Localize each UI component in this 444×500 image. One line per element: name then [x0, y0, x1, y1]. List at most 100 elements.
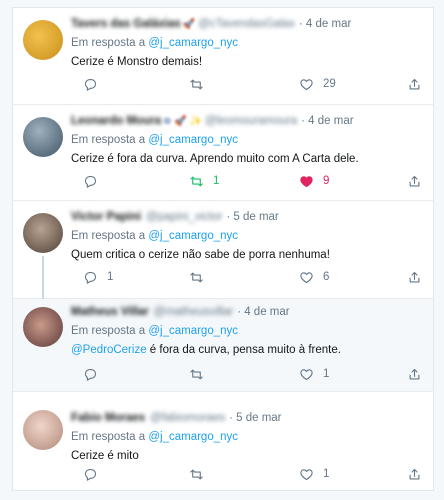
tweet-text-body: é fora da curva, pensa muito à frente.	[146, 344, 341, 356]
retweet-button[interactable]	[189, 269, 213, 285]
author-name[interactable]: Tavers das Galáxias	[71, 17, 181, 32]
like-count: 1	[323, 468, 330, 480]
like-button[interactable]: 29	[299, 76, 336, 92]
heart-icon	[300, 468, 313, 480]
author-handle[interactable]: @leomouramoura	[205, 114, 297, 129]
reply-prefix: Em resposta a	[71, 431, 149, 443]
avatar[interactable]	[23, 213, 63, 253]
like-button[interactable]: 1	[299, 466, 329, 482]
tweet-header: Matheus Villar @matheusvillar · 4 de mar	[71, 305, 423, 320]
reply-icon	[84, 175, 97, 188]
reply-button[interactable]	[83, 366, 107, 382]
reply-context: Em resposta a @j_camargo_nyc	[71, 429, 423, 445]
reply-icon	[84, 368, 97, 381]
retweet-icon	[190, 79, 203, 89]
reply-context: Em resposta a @j_camargo_nyc	[71, 228, 423, 244]
reply-button[interactable]	[83, 173, 107, 189]
retweet-icon	[190, 369, 203, 379]
thread-connector	[42, 256, 44, 299]
retweet-count: 1	[213, 175, 220, 187]
tweet-date[interactable]: · 5 de mar	[229, 411, 281, 426]
replies-timeline: Tavers das Galáxias 🚀 @cTavendasGalax · 4 d…	[12, 7, 434, 491]
tweet-actions: 1	[71, 466, 420, 482]
name-badges: ⊕ 🚀 ✨	[163, 116, 202, 127]
avatar[interactable]	[23, 20, 63, 60]
tweet[interactable]: Fabio Moraes @fabiomoraes · 5 de mar Em re…	[13, 392, 433, 490]
name-badges: 🚀	[182, 19, 196, 30]
author-handle[interactable]: @papini_victor	[146, 210, 222, 225]
retweet-button[interactable]	[189, 466, 213, 482]
share-button[interactable]	[407, 173, 422, 189]
reply-icon	[84, 271, 97, 284]
like-count: 9	[323, 175, 330, 187]
tweet-date[interactable]: · 4 de mar	[301, 114, 353, 129]
tweet-actions: 1 9	[71, 173, 420, 189]
reply-icon	[84, 468, 97, 481]
share-button[interactable]	[407, 76, 422, 92]
share-icon	[409, 78, 420, 89]
like-count: 29	[323, 78, 336, 90]
like-button[interactable]: 1	[299, 366, 329, 382]
tweet-date[interactable]: · 4 de mar	[237, 305, 289, 320]
tweet[interactable]: Leonardo Moura ⊕ 🚀 ✨ @leomouramoura · 4 de …	[13, 105, 433, 201]
reply-to-link[interactable]: @j_camargo_nyc	[148, 134, 238, 146]
reply-to-link[interactable]: @j_camargo_nyc	[148, 37, 238, 49]
heart-icon	[300, 271, 313, 283]
reply-to-link[interactable]: @j_camargo_nyc	[148, 230, 238, 242]
reply-button[interactable]	[83, 466, 107, 482]
reply-prefix: Em resposta a	[71, 230, 149, 242]
like-count: 1	[323, 368, 330, 380]
author-name[interactable]: Leonardo Moura	[71, 114, 161, 129]
tweet[interactable]: Matheus Villar @matheusvillar · 4 de mar E…	[13, 299, 433, 392]
tweet-actions: 1	[71, 366, 420, 382]
author-handle[interactable]: @matheusvillar	[154, 305, 233, 320]
share-button[interactable]	[407, 269, 422, 285]
reply-to-link[interactable]: @j_camargo_nyc	[148, 325, 238, 337]
tweet-actions: 29	[71, 76, 420, 92]
like-button[interactable]: 9	[299, 173, 329, 189]
like-button[interactable]: 6	[299, 269, 329, 285]
reply-button[interactable]: 1	[83, 269, 113, 285]
reply-prefix: Em resposta a	[71, 37, 149, 49]
retweet-icon	[190, 176, 203, 186]
like-count: 6	[323, 271, 330, 283]
reply-count: 1	[107, 271, 114, 283]
tweet-header: Fabio Moraes @fabiomoraes · 5 de mar	[71, 411, 423, 426]
tweet-text: @PedroCerize é fora da curva, pensa muit…	[71, 342, 423, 358]
tweet-text: Cerize é mito	[71, 450, 139, 462]
share-button[interactable]	[407, 366, 422, 382]
reply-prefix: Em resposta a	[71, 134, 149, 146]
avatar[interactable]	[23, 307, 63, 347]
reply-context: Em resposta a @j_camargo_nyc	[71, 323, 423, 339]
tweet-date[interactable]: · 4 de mar	[299, 17, 351, 32]
share-icon	[409, 468, 420, 479]
avatar[interactable]	[23, 117, 63, 157]
avatar[interactable]	[23, 410, 63, 450]
tweet-date[interactable]: · 5 de mar	[226, 210, 278, 225]
heart-icon	[300, 175, 313, 187]
retweet-icon	[190, 469, 203, 479]
heart-icon	[300, 78, 313, 90]
reply-context: Em resposta a @j_camargo_nyc	[71, 35, 423, 51]
retweet-button[interactable]	[189, 76, 213, 92]
tweet-text: Quem critica o cerize não sabe de porra …	[71, 249, 330, 261]
share-icon	[409, 271, 420, 282]
share-button[interactable]	[407, 466, 422, 482]
share-icon	[409, 368, 420, 379]
mention-link[interactable]: @PedroCerize	[71, 344, 147, 356]
tweet-header: Victor Papini @papini_victor · 5 de mar	[71, 210, 423, 225]
retweet-button[interactable]	[189, 366, 213, 382]
tweet-actions: 1 6	[71, 269, 420, 285]
author-handle[interactable]: @fabiomoraes	[150, 411, 225, 426]
reply-prefix: Em resposta a	[71, 325, 149, 337]
retweet-button[interactable]: 1	[189, 173, 219, 189]
reply-to-link[interactable]: @j_camargo_nyc	[148, 431, 238, 443]
author-handle[interactable]: @cTavendasGalax	[198, 17, 295, 32]
author-name[interactable]: Matheus Villar	[71, 305, 149, 320]
tweet[interactable]: Victor Papini @papini_victor · 5 de mar Em…	[13, 201, 433, 299]
author-name[interactable]: Victor Papini	[71, 210, 141, 225]
tweet[interactable]: Tavers das Galáxias 🚀 @cTavendasGalax · 4 d…	[13, 8, 433, 105]
author-name[interactable]: Fabio Moraes	[71, 411, 145, 426]
heart-icon	[300, 368, 313, 380]
reply-button[interactable]	[83, 76, 107, 92]
